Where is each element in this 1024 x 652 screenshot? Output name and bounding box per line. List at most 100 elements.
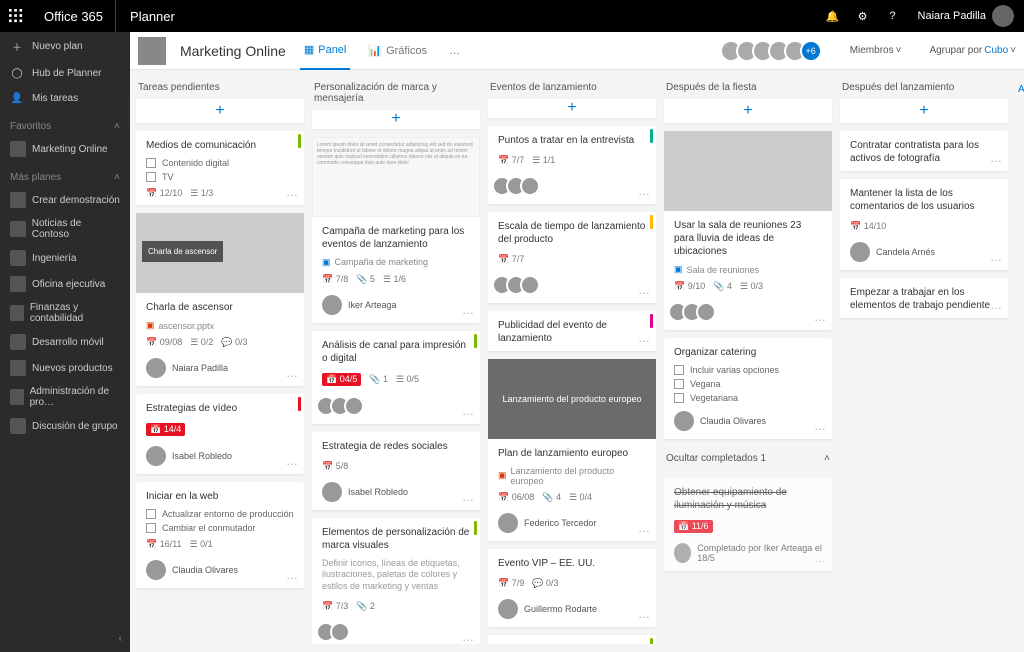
card-menu[interactable]: … <box>638 331 650 345</box>
checklist-item[interactable]: Incluir varias opciones <box>664 365 832 379</box>
nav-plan-item[interactable]: Nuevos productos <box>0 355 130 381</box>
user-menu[interactable]: Naiara Padilla <box>908 5 1024 27</box>
task-card[interactable]: Puntos a tratar en la entrevista📅 7/7☰ 1… <box>488 126 656 204</box>
task-card[interactable]: Iniciar en la webActualizar entorno de p… <box>136 482 304 588</box>
task-card[interactable]: Estrategia de redes sociales📅 5/8Isabel … <box>312 432 480 510</box>
collapse-nav[interactable]: ‹ <box>119 633 122 644</box>
checklist-item[interactable]: Contenido digital <box>136 158 304 172</box>
task-card[interactable]: Publicidad del evento de lanzamiento… <box>488 311 656 351</box>
file-icon: ▣ <box>322 257 331 268</box>
bucket-title[interactable]: Después del lanzamiento <box>840 78 1008 99</box>
task-card[interactable]: Escala de tiempo de lanzamiento del prod… <box>488 212 656 303</box>
add-task-button[interactable]: + <box>840 99 1008 123</box>
add-bucket-link[interactable]: Agregar nue <box>1016 78 1024 644</box>
task-card[interactable]: Estrategias de vídeo📅 14/4Isabel Robledo… <box>136 394 304 474</box>
checklist-item[interactable]: Cambiar el conmutador <box>136 523 304 537</box>
nav-plan-item[interactable]: Ingeniería <box>0 245 130 271</box>
settings-icon[interactable]: ⚙ <box>848 0 878 32</box>
nav-my-tasks[interactable]: 👤 Mis tareas <box>0 86 130 111</box>
card-menu[interactable]: … <box>286 454 298 468</box>
task-card[interactable]: Contratar contratista para los activos d… <box>840 131 1008 171</box>
add-task-button[interactable]: + <box>664 99 832 123</box>
tab-board[interactable]: ▦ Panel <box>300 32 351 70</box>
card-menu[interactable]: … <box>462 303 474 317</box>
bucket-title[interactable]: Después de la fiesta <box>664 78 832 99</box>
card-attachment[interactable]: ▣Lanzamiento del producto europeo <box>488 466 656 490</box>
card-menu[interactable]: … <box>990 151 1002 165</box>
task-card[interactable]: Empezar a trabajar en los elementos de t… <box>840 278 1008 318</box>
card-menu[interactable]: … <box>462 490 474 504</box>
charts-icon: 📊 <box>368 44 382 57</box>
task-card[interactable]: Fuente de lanzamiento de Twitter📅 31/3Is… <box>488 635 656 644</box>
card-menu[interactable]: … <box>286 185 298 199</box>
task-card[interactable]: Mantener la lista de los comentarios de … <box>840 179 1008 270</box>
card-menu[interactable]: … <box>286 568 298 582</box>
card-menu[interactable]: … <box>286 366 298 380</box>
task-card[interactable]: Evento VIP – EE. UU.📅 7/9💬 0/3Guillermo … <box>488 549 656 627</box>
card-attachment[interactable]: ▣ascensor.pptx <box>136 320 304 335</box>
card-menu[interactable]: … <box>638 283 650 297</box>
task-card[interactable]: Elementos de personalización de marca vi… <box>312 518 480 644</box>
nav-plan-item[interactable]: Noticias de Contoso <box>0 213 130 245</box>
nav-hub[interactable]: ◯ Hub de Planner <box>0 61 130 86</box>
card-menu[interactable]: … <box>814 551 826 565</box>
nav-plan-item[interactable]: Finanzas y contabilidad <box>0 297 130 329</box>
notifications-icon[interactable]: 🔔 <box>818 0 848 32</box>
checklist-item[interactable]: Vegana <box>664 379 832 393</box>
task-card[interactable]: Lanzamiento del producto europeoPlan de … <box>488 359 656 541</box>
group-by-dropdown[interactable]: Agrupar por Cubo ˅ <box>929 45 1016 56</box>
checklist-item[interactable]: Vegetariana <box>664 393 832 407</box>
card-assignee: Naiara Padilla <box>136 354 304 386</box>
card-menu[interactable]: … <box>814 310 826 324</box>
nav-plan-item[interactable]: Discusión de grupo <box>0 413 130 439</box>
task-card[interactable]: Análisis de canal para impresión o digit… <box>312 331 480 424</box>
card-attachment[interactable]: ▣Campaña de marketing <box>312 257 480 272</box>
nav-plan-item[interactable]: Crear demostración <box>0 187 130 213</box>
card-menu[interactable]: … <box>462 630 474 644</box>
bucket-title[interactable]: Eventos de lanzamiento <box>488 78 656 99</box>
nav-favorites-header[interactable]: Favoritos ˄ <box>0 111 130 136</box>
checklist-item[interactable]: TV <box>136 172 304 186</box>
task-card[interactable]: Obtener equipamiento de iluminación y mú… <box>664 478 832 571</box>
app-launcher[interactable] <box>0 0 32 32</box>
add-task-button[interactable]: + <box>488 99 656 118</box>
card-menu[interactable]: … <box>814 419 826 433</box>
card-menu[interactable]: … <box>990 250 1002 264</box>
card-menu[interactable]: … <box>462 404 474 418</box>
add-task-button[interactable]: + <box>136 99 304 123</box>
task-card[interactable]: Organizar cateringIncluir varias opcione… <box>664 338 832 439</box>
card-meta: 📅 04/5📎 1☰ 0/5 <box>312 371 480 392</box>
nav-plan-item[interactable]: Oficina ejecutiva <box>0 271 130 297</box>
nav-new-plan[interactable]: ＋ Nuevo plan <box>0 32 130 61</box>
nav-plan-item[interactable]: Administración de pro… <box>0 381 130 413</box>
task-card[interactable]: Lorem ipsum dolor sit amet consectetur a… <box>312 137 480 323</box>
meta-chip: 📅 12/10 <box>146 188 182 199</box>
tab-more[interactable]: … <box>445 45 464 57</box>
card-menu[interactable]: … <box>638 184 650 198</box>
card-title: Mantener la lista de los comentarios de … <box>840 179 1008 219</box>
task-card[interactable]: Usar la sala de reuniones 23 para lluvia… <box>664 131 832 330</box>
add-task-button[interactable]: + <box>312 110 480 129</box>
checkbox-icon <box>674 379 684 389</box>
hide-completed-toggle[interactable]: Ocultar completados 1˄ <box>664 447 832 470</box>
member-more[interactable]: +6 <box>800 40 822 62</box>
nav-more-header[interactable]: Más planes ˄ <box>0 162 130 187</box>
nav-plan-item[interactable]: Desarrollo móvil <box>0 329 130 355</box>
bucket-title[interactable]: Tareas pendientes <box>136 78 304 99</box>
card-attachment[interactable]: ▣Sala de reuniones <box>664 264 832 279</box>
card-assignee: Claudia Olivares <box>136 556 304 588</box>
plan-header: Marketing Online ▦ Panel 📊 Gráficos … +6… <box>130 32 1024 70</box>
help-icon[interactable]: ? <box>878 0 908 32</box>
plan-members[interactable]: +6 <box>726 40 822 62</box>
members-dropdown[interactable]: Miembros ˅ <box>850 45 902 56</box>
nav-plan-item[interactable]: Marketing Online <box>0 136 130 162</box>
checklist-item[interactable]: Actualizar entorno de producción <box>136 509 304 523</box>
bucket-title[interactable]: Personalización de marca y mensajería <box>312 78 480 110</box>
meta-chip: 📅 7/9 <box>498 578 524 589</box>
card-menu[interactable]: … <box>638 607 650 621</box>
card-menu[interactable]: … <box>990 298 1002 312</box>
task-card[interactable]: Charla de ascensorCharla de ascensor▣asc… <box>136 213 304 386</box>
card-menu[interactable]: … <box>638 521 650 535</box>
task-card[interactable]: Medios de comunicaciónContenido digitalT… <box>136 131 304 205</box>
tab-charts[interactable]: 📊 Gráficos <box>364 44 431 57</box>
